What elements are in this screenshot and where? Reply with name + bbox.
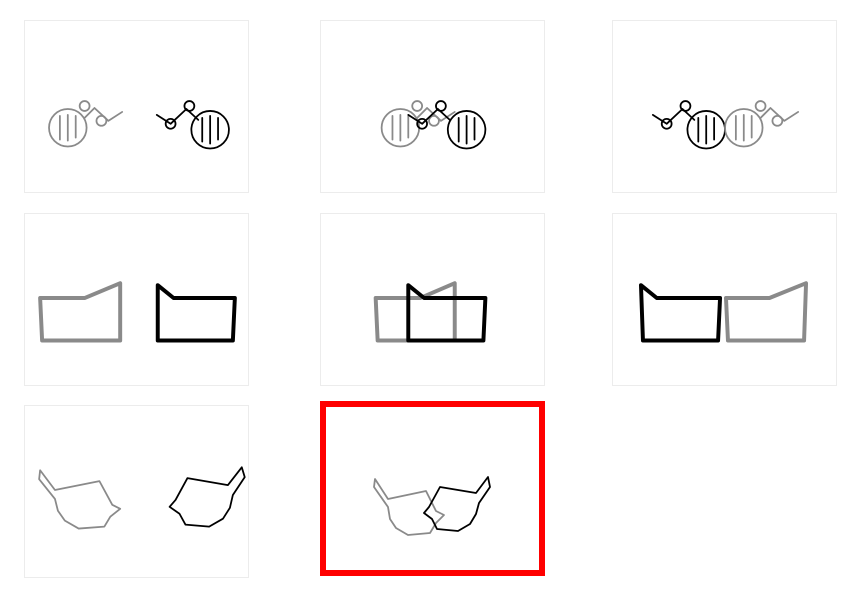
panel-r1-c2[interactable] <box>320 20 545 193</box>
black-ring-chain-shape <box>155 100 230 150</box>
black-ring-chain-shape <box>651 100 726 150</box>
black-ring-chain-shape <box>407 100 487 150</box>
ring-chain-swapped <box>651 100 800 150</box>
panel-r1-c3[interactable] <box>612 20 837 193</box>
black-leaf-cup-shape <box>423 476 491 532</box>
black-trapezoid-shape <box>155 283 237 343</box>
panel-r1-c1[interactable] <box>24 20 249 193</box>
black-trapezoid-shape <box>406 283 488 343</box>
gray-ring-chain-shape <box>48 100 124 148</box>
panel-r2-c2[interactable] <box>320 213 545 386</box>
leaf-cup-pair <box>38 466 246 530</box>
panel-r2-c3[interactable] <box>612 213 837 386</box>
ring-chain-overlap <box>380 100 487 150</box>
black-trapezoid-shape <box>639 283 723 343</box>
panel-r3-c1[interactable] <box>24 405 249 578</box>
trapezoid-frame-pair <box>38 281 237 343</box>
gray-trapezoid-shape <box>724 281 809 343</box>
gray-leaf-cup-shape <box>373 478 445 536</box>
gray-trapezoid-shape <box>38 281 123 343</box>
gray-ring-chain-shape <box>380 100 456 148</box>
gray-ring-chain-shape <box>724 100 800 148</box>
black-leaf-cup-shape <box>168 466 246 528</box>
trapezoid-frame-swapped <box>639 281 809 343</box>
ring-chain-pair <box>48 100 230 150</box>
gray-leaf-cup-shape <box>38 469 122 530</box>
leaf-cup-overlap <box>373 476 491 536</box>
panel-r2-c1[interactable] <box>24 213 249 386</box>
trapezoid-frame-overlap <box>373 281 488 343</box>
panel-r3-c2-selected-answer[interactable] <box>320 401 545 576</box>
